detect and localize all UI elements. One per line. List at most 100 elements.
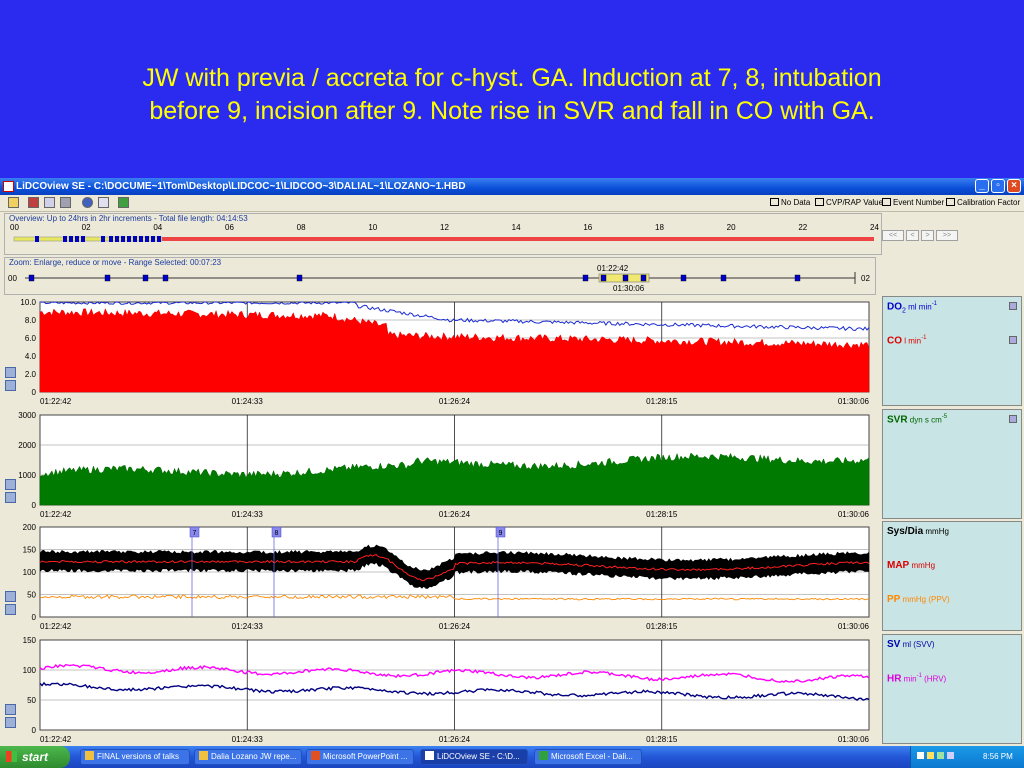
x-tick-label: 01:28:15 bbox=[646, 735, 678, 744]
event-label: 9 bbox=[499, 530, 503, 537]
chart4-zoom-in-button[interactable] bbox=[5, 704, 16, 715]
x-tick-label: 01:22:42 bbox=[40, 622, 72, 631]
overview-tick: 16 bbox=[583, 223, 593, 232]
event-label: 8 bbox=[275, 530, 279, 537]
y-tick-label: 4.0 bbox=[25, 352, 37, 361]
prev-button[interactable]: < bbox=[906, 230, 919, 241]
x-tick-label: 01:30:06 bbox=[838, 622, 870, 631]
overview-event-mark bbox=[81, 236, 85, 242]
close-button[interactable]: × bbox=[1007, 179, 1021, 193]
rewind-button[interactable]: << bbox=[882, 230, 904, 241]
sysdia-label: Sys/Dia mmHg bbox=[887, 526, 949, 537]
overview-timeline[interactable] bbox=[5, 232, 881, 246]
print-icon[interactable] bbox=[60, 197, 71, 208]
x-tick-label: 01:22:42 bbox=[40, 397, 72, 406]
chart1-zoom-out-button[interactable] bbox=[5, 380, 16, 391]
book-icon[interactable] bbox=[28, 197, 39, 208]
zoom-label: Zoom: Enlarge, reduce or move - Range Se… bbox=[9, 258, 222, 267]
map-label: MAP mmHg bbox=[887, 560, 936, 571]
chart2-zoom-out-button[interactable] bbox=[5, 492, 16, 503]
overview-tick: 20 bbox=[726, 223, 736, 232]
calibration-swatch bbox=[946, 198, 955, 206]
folder-icon bbox=[199, 751, 208, 760]
overview-event-mark bbox=[151, 236, 155, 242]
taskbar-lidcoview[interactable]: LiDCOview SE - C:\D... bbox=[420, 749, 528, 765]
x-tick-label: 01:28:15 bbox=[646, 510, 678, 519]
x-tick-label: 01:30:06 bbox=[838, 397, 870, 406]
chart3-zoom-out-button[interactable] bbox=[5, 604, 16, 615]
system-tray: 8:56 PM bbox=[910, 746, 1024, 768]
overview-event-mark bbox=[69, 236, 73, 242]
x-tick-label: 01:30:06 bbox=[838, 510, 870, 519]
overview-event-mark bbox=[75, 236, 79, 242]
taskbar-powerpoint[interactable]: Microsoft PowerPoint ... bbox=[306, 749, 414, 765]
overview-tick: 14 bbox=[511, 223, 521, 232]
clock: 8:56 PM bbox=[983, 752, 1013, 761]
start-button[interactable]: start bbox=[0, 746, 70, 768]
overview-tick: 12 bbox=[440, 223, 449, 232]
window-titlebar[interactable]: LiDCOview SE - C:\DOCUME~1\Tom\Desktop\L… bbox=[0, 178, 1024, 195]
sidebar-pressure: Sys/Dia mmHg MAP mmHg PP mmHg (PPV) bbox=[882, 521, 1022, 631]
y-tick-label: 50 bbox=[27, 591, 36, 600]
overview-tick: 10 bbox=[368, 223, 378, 232]
zoom-event-mark bbox=[104, 274, 111, 282]
chart1-zoom-in-button[interactable] bbox=[5, 367, 16, 378]
chart4-zoom-out-button[interactable] bbox=[5, 717, 16, 728]
svr-settings-button[interactable] bbox=[1009, 415, 1017, 423]
help-cursor-icon[interactable] bbox=[98, 197, 109, 208]
powerpoint-icon bbox=[311, 751, 320, 760]
slide-title: JW with previa / accreta for c-hyst. GA.… bbox=[0, 62, 1024, 128]
windows-logo-icon bbox=[6, 751, 17, 762]
trend-charts: 10.08.06.04.02.0001:22:42 01:24:33 01:26:2… bbox=[18, 298, 870, 744]
x-tick-label: 01:26:24 bbox=[439, 397, 471, 406]
overview-tick: 08 bbox=[296, 223, 306, 232]
y-tick-label: 1000 bbox=[18, 471, 36, 480]
slide-title-line-2: before 9, incision after 9. Note rise in… bbox=[149, 97, 875, 125]
tray-icons[interactable] bbox=[917, 752, 967, 762]
volume-icon bbox=[927, 752, 934, 759]
taskbar-folder-dalia[interactable]: Dalia Lozano JW repe... bbox=[194, 749, 302, 765]
print-preview-icon[interactable] bbox=[44, 197, 55, 208]
y-tick-label: 0 bbox=[32, 726, 37, 735]
next-button[interactable]: > bbox=[921, 230, 934, 241]
chart3-zoom-in-button[interactable] bbox=[5, 591, 16, 602]
overview-tick: 02 bbox=[81, 223, 91, 232]
y-tick-label: 2.0 bbox=[25, 370, 37, 379]
no-data-swatch bbox=[770, 198, 779, 206]
x-tick-label: 01:24:33 bbox=[232, 510, 264, 519]
overview-label: Overview: Up to 24hrs in 2hr increments … bbox=[9, 214, 248, 223]
open-icon[interactable] bbox=[8, 197, 19, 208]
x-tick-label: 01:26:24 bbox=[439, 510, 471, 519]
legend-event-number: Event Number bbox=[882, 198, 944, 208]
folder-icon bbox=[85, 751, 94, 760]
x-tick-label: 01:24:33 bbox=[232, 735, 264, 744]
minimize-button[interactable]: _ bbox=[975, 179, 989, 193]
co-settings-button[interactable] bbox=[1009, 336, 1017, 344]
taskbar-folder-talks[interactable]: FINAL versions of talks bbox=[80, 749, 190, 765]
y-tick-label: 2000 bbox=[18, 441, 36, 450]
sidebar-sv-hr: SV ml (SVV) HR min-1 (HRV) bbox=[882, 634, 1022, 744]
do2-settings-button[interactable] bbox=[1009, 302, 1017, 310]
event-label: 7 bbox=[193, 530, 197, 537]
window-title: LiDCOview SE - C:\DOCUME~1\Tom\Desktop\L… bbox=[16, 181, 466, 192]
forward-button[interactable]: >> bbox=[936, 230, 958, 241]
sv-label: SV ml (SVV) bbox=[887, 639, 935, 650]
maximize-button[interactable]: ▫ bbox=[991, 179, 1005, 193]
zoom-event-mark bbox=[680, 274, 687, 282]
zoom-event-mark bbox=[794, 274, 801, 282]
pp-label: PP mmHg (PPV) bbox=[887, 594, 950, 605]
overview-event-mark bbox=[145, 236, 149, 242]
help-icon[interactable] bbox=[82, 197, 93, 208]
exit-icon[interactable] bbox=[118, 197, 129, 208]
chart2-zoom-in-button[interactable] bbox=[5, 479, 16, 490]
y-tick-label: 150 bbox=[23, 546, 37, 555]
overview-nav: << < > >> bbox=[882, 230, 962, 244]
y-tick-label: 0 bbox=[32, 388, 37, 397]
event-swatch bbox=[882, 198, 891, 206]
overview-event-mark bbox=[115, 236, 119, 242]
overview-event-mark bbox=[133, 236, 137, 242]
security-icon bbox=[947, 752, 954, 759]
zoom-timeline[interactable] bbox=[5, 270, 875, 286]
taskbar-excel[interactable]: Microsoft Excel - Dali... bbox=[534, 749, 642, 765]
chart-2: 3000 2000 1000 001:22:42 01:24:33 01:26:24 01:… bbox=[18, 411, 869, 519]
